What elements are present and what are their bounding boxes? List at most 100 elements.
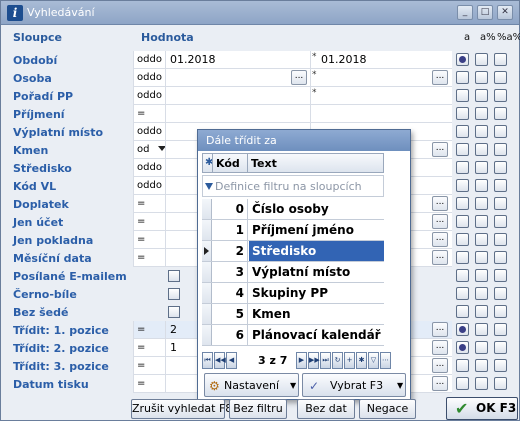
no-filter-button[interactable]: Bez filtru [229, 399, 287, 419]
pct-a-pct-checkbox[interactable] [494, 215, 507, 228]
option-checkbox[interactable] [168, 288, 180, 300]
a-pct-checkbox[interactable] [475, 215, 488, 228]
pct-a-pct-checkbox[interactable] [494, 305, 507, 318]
select-button[interactable]: ✓ Vybrat F3 ▼ [302, 373, 406, 397]
operator-field[interactable]: = [133, 321, 165, 339]
sort-option-row[interactable]: 6 Plánovací kalendář [202, 325, 384, 346]
maximize-button[interactable]: □ [477, 5, 493, 20]
pct-a-pct-checkbox[interactable] [494, 179, 507, 192]
operator-field[interactable]: oddo [133, 51, 165, 69]
pct-a-pct-checkbox[interactable] [494, 89, 507, 102]
ellipsis-button[interactable]: ... [291, 70, 307, 85]
ellipsis-button[interactable]: ... [432, 142, 448, 157]
a-pct-checkbox[interactable] [475, 143, 488, 156]
a-pct-checkbox[interactable] [475, 53, 488, 66]
operator-field[interactable]: = [133, 339, 165, 357]
operator-field[interactable]: = [133, 249, 165, 267]
a-pct-checkbox[interactable] [475, 269, 488, 282]
first-page-icon[interactable]: ⏮ [202, 352, 213, 369]
pct-a-pct-checkbox[interactable] [494, 269, 507, 282]
a-pct-checkbox[interactable] [475, 359, 488, 372]
pct-a-pct-checkbox[interactable] [494, 197, 507, 210]
pct-a-pct-checkbox[interactable] [494, 233, 507, 246]
value-to-field[interactable] [310, 87, 452, 105]
a-checkbox[interactable] [456, 179, 469, 192]
a-pct-checkbox[interactable] [475, 71, 488, 84]
pct-a-pct-checkbox[interactable] [494, 341, 507, 354]
a-pct-checkbox[interactable] [475, 305, 488, 318]
settings-extra-icon[interactable]: ⋯ [380, 352, 391, 369]
operator-field[interactable]: = [133, 195, 165, 213]
sort-option-row[interactable]: 5 Kmen [202, 304, 384, 325]
a-checkbox[interactable] [456, 323, 469, 336]
pct-a-pct-checkbox[interactable] [494, 107, 507, 120]
a-checkbox[interactable] [456, 143, 469, 156]
a-checkbox[interactable] [456, 107, 469, 120]
sort-option-row[interactable]: 0 Číslo osoby [202, 199, 384, 220]
minimize-button[interactable]: _ [457, 5, 473, 20]
insert-icon[interactable]: + [344, 352, 355, 369]
operator-field[interactable]: oddo [133, 159, 165, 177]
value-from-field[interactable] [165, 69, 310, 87]
ellipsis-button[interactable]: ... [432, 250, 448, 265]
a-checkbox[interactable] [456, 197, 469, 210]
a-checkbox[interactable] [456, 305, 469, 318]
a-pct-checkbox[interactable] [475, 341, 488, 354]
option-checkbox[interactable] [168, 306, 180, 318]
operator-field[interactable]: od [133, 141, 166, 159]
pct-a-pct-checkbox[interactable] [494, 287, 507, 300]
ellipsis-button[interactable]: ... [432, 376, 448, 391]
no-data-button[interactable]: Bez dat [297, 399, 355, 419]
operator-field[interactable]: oddo [133, 69, 165, 87]
a-pct-checkbox[interactable] [475, 161, 488, 174]
operator-field[interactable]: oddo [133, 177, 165, 195]
a-checkbox[interactable] [456, 89, 469, 102]
operator-field[interactable]: oddo [133, 87, 165, 105]
header-text[interactable]: Text [251, 157, 277, 170]
pct-a-pct-checkbox[interactable] [494, 359, 507, 372]
a-pct-checkbox[interactable] [475, 251, 488, 264]
a-checkbox[interactable] [456, 251, 469, 264]
a-pct-checkbox[interactable] [475, 233, 488, 246]
a-checkbox[interactable] [456, 359, 469, 372]
a-pct-checkbox[interactable] [475, 89, 488, 102]
last-page-icon[interactable]: ⏭ [320, 352, 331, 369]
sort-option-row[interactable]: 1 Příjmení jméno [202, 220, 384, 241]
operator-field[interactable]: oddo [133, 123, 165, 141]
next-record-icon[interactable]: ▶ [296, 352, 307, 369]
negate-button[interactable]: Negace [359, 399, 416, 419]
star-icon[interactable]: ✱ [356, 352, 367, 369]
a-checkbox[interactable] [456, 71, 469, 84]
a-pct-checkbox[interactable] [475, 107, 488, 120]
cancel-search-button[interactable]: Zrušit vyhledat F8 [131, 399, 232, 419]
refresh-icon[interactable]: ↻ [332, 352, 343, 369]
a-checkbox[interactable] [456, 377, 469, 390]
ellipsis-button[interactable]: ... [432, 232, 448, 247]
pct-a-pct-checkbox[interactable] [494, 323, 507, 336]
a-pct-checkbox[interactable] [475, 179, 488, 192]
value-to-field[interactable] [310, 105, 452, 123]
value-from-field[interactable] [165, 105, 310, 123]
a-checkbox[interactable] [456, 341, 469, 354]
ellipsis-button[interactable]: ... [432, 358, 448, 373]
a-checkbox[interactable] [456, 125, 469, 138]
a-pct-checkbox[interactable] [475, 197, 488, 210]
option-checkbox[interactable] [168, 270, 180, 282]
pct-a-pct-checkbox[interactable] [494, 143, 507, 156]
value-from-field[interactable]: 01.2018 [165, 51, 310, 69]
ellipsis-button[interactable]: ... [432, 322, 448, 337]
value-from-field[interactable] [165, 87, 310, 105]
sort-option-row[interactable]: 2 Středisko [202, 241, 384, 262]
a-checkbox[interactable] [456, 233, 469, 246]
ellipsis-button[interactable]: ... [432, 340, 448, 355]
a-pct-checkbox[interactable] [475, 377, 488, 390]
pct-a-pct-checkbox[interactable] [494, 251, 507, 264]
close-button[interactable]: ✕ [497, 5, 513, 20]
operator-field[interactable]: = [133, 105, 165, 123]
a-checkbox[interactable] [456, 269, 469, 282]
value-to-field[interactable] [310, 69, 452, 87]
filter-toggle-icon[interactable]: ▽ [368, 352, 379, 369]
a-checkbox[interactable] [456, 215, 469, 228]
operator-field[interactable]: = [133, 213, 165, 231]
pct-a-pct-checkbox[interactable] [494, 161, 507, 174]
